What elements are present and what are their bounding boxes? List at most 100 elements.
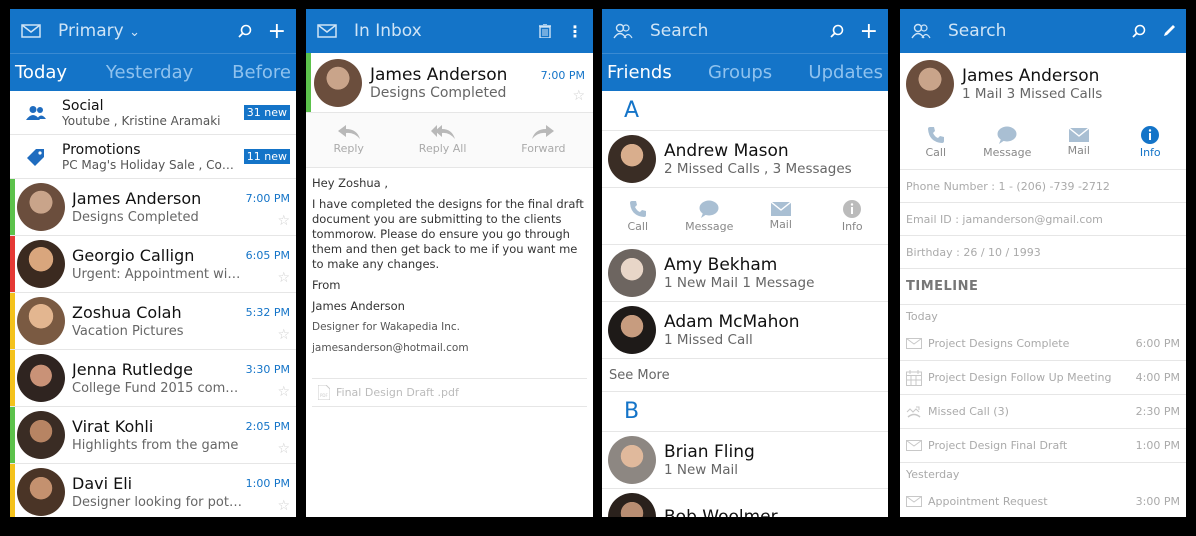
search-title[interactable]: Search: [948, 21, 1132, 41]
pdf-file-icon: PDF: [318, 385, 330, 400]
star-icon[interactable]: ☆: [244, 441, 290, 457]
info-label: Info: [841, 219, 863, 233]
mail-item[interactable]: Georgio Callign Urgent: Appointment with …: [10, 236, 296, 293]
folder-selector[interactable]: Primary ⌄: [58, 21, 238, 41]
priority-stripe: [10, 350, 15, 406]
category-preview: PC Mag's Holiday Sale , Cour...: [62, 157, 237, 172]
mail-item[interactable]: Jenna Rutledge College Fund 2015 complete…: [10, 350, 296, 407]
avatar: [17, 240, 65, 288]
message-button[interactable]: Message: [679, 200, 739, 233]
category-social[interactable]: Social Youtube , Kristine Aramaki 31 new: [10, 91, 296, 135]
reply-icon: [337, 125, 360, 139]
star-icon[interactable]: ☆: [244, 270, 290, 286]
mail-icon[interactable]: [316, 20, 338, 42]
attachment-name: Final Design Draft .pdf: [336, 386, 459, 399]
mail-item[interactable]: James Anderson Designs Completed 7:00 PM ☆: [10, 179, 296, 236]
mail-button[interactable]: Mail: [751, 201, 811, 231]
star-icon[interactable]: ☆: [244, 384, 290, 400]
new-count-badge: 31 new: [243, 105, 290, 120]
contact-item[interactable]: Brian Fling 1 New Mail: [602, 432, 888, 489]
avatar: [608, 249, 656, 297]
message-body: Hey Zoshua , I have completed the design…: [306, 168, 593, 370]
add-icon[interactable]: +: [860, 19, 878, 44]
info-button[interactable]: Info: [822, 199, 882, 233]
top-bar: In Inbox ⋮: [306, 9, 593, 53]
phone-icon: [927, 126, 944, 143]
timeline-text: Appointment Request: [928, 495, 1048, 508]
sender-name: Jenna Rutledge: [72, 360, 193, 379]
info-label: Info: [1139, 145, 1161, 159]
avatar: [17, 411, 65, 459]
avatar: [906, 60, 954, 108]
reply-button[interactable]: Reply: [333, 125, 364, 155]
message-actions: Reply Reply All Forward: [306, 113, 593, 168]
signature-title: Designer for Wakapedia Inc.: [312, 321, 460, 333]
tab-groups[interactable]: Groups: [708, 62, 772, 83]
see-more-link[interactable]: See More: [602, 359, 888, 392]
phone-number[interactable]: Phone Number : 1 - (206) -739 -2712: [900, 170, 1186, 203]
calendar-icon: [906, 369, 928, 386]
tab-friends[interactable]: Friends: [607, 62, 672, 83]
mail-item[interactable]: Zoshua Colah Vacation Pictures 5:32 PM ☆: [10, 293, 296, 350]
contact-item[interactable]: Andrew Mason 2 Missed Calls , 3 Messages: [602, 131, 888, 188]
contact-quick-actions: Call Message Mail Info: [900, 115, 1186, 170]
call-button[interactable]: Call: [906, 126, 966, 159]
contact-name: Bob Woolmer: [664, 507, 778, 517]
message-button[interactable]: Message: [977, 126, 1037, 159]
forward-button[interactable]: Forward: [521, 125, 566, 155]
contact-item[interactable]: Amy Bekham 1 New Mail 1 Message: [602, 245, 888, 302]
contact-quick-actions: Call Message Mail Info: [602, 188, 888, 245]
avatar: [608, 493, 656, 517]
star-icon[interactable]: ☆: [244, 327, 290, 343]
tab-before[interactable]: Before: [232, 62, 291, 83]
email-id[interactable]: Email ID : jamanderson@gmail.com: [900, 203, 1186, 236]
contact-item[interactable]: Adam McMahon 1 Missed Call: [602, 302, 888, 359]
contact-summary: 1 New Mail 1 Message: [664, 275, 815, 291]
chat-bubble-icon: [699, 200, 719, 218]
mail-item[interactable]: Virat Kohli Highlights from the game 2:05…: [10, 407, 296, 464]
contact-item[interactable]: Bob Woolmer: [602, 489, 888, 517]
tab-today[interactable]: Today: [15, 62, 67, 83]
search-icon[interactable]: [1132, 24, 1146, 38]
top-bar: Primary ⌄ +: [10, 9, 296, 53]
timeline-item[interactable]: Appointment Request 3:00 PM: [900, 485, 1186, 517]
mail-item[interactable]: Davi Eli Designer looking for poten... 1:…: [10, 464, 296, 517]
sender-name: Virat Kohli: [72, 417, 154, 436]
info-button[interactable]: Info: [1120, 125, 1180, 159]
contacts-icon[interactable]: [612, 20, 634, 42]
timeline-item[interactable]: Project Design Final Draft 1:00 PM: [900, 429, 1186, 463]
from-label: From: [312, 278, 341, 292]
greeting: Hey Zoshua ,: [312, 176, 389, 190]
contact-name: Amy Bekham: [664, 255, 778, 275]
edit-pencil-icon[interactable]: [1162, 24, 1176, 38]
contact-detail-screen: Search James Anderson 1 Mail 3 Missed Ca…: [900, 9, 1186, 517]
timeline-text: Missed Call (3): [928, 405, 1009, 418]
tab-updates[interactable]: Updates: [808, 62, 883, 83]
section-letter: B: [602, 392, 888, 432]
contacts-icon[interactable]: [910, 20, 932, 42]
star-icon[interactable]: ☆: [539, 88, 585, 104]
message-label: Message: [983, 145, 1032, 159]
mail-icon[interactable]: [20, 20, 42, 42]
more-icon[interactable]: ⋮: [567, 22, 583, 41]
tab-yesterday[interactable]: Yesterday: [106, 62, 193, 83]
timeline-item[interactable]: Project Designs Complete 6:00 PM: [900, 327, 1186, 361]
contact-name: Adam McMahon: [664, 312, 800, 332]
star-icon[interactable]: ☆: [244, 213, 290, 229]
reply-all-button[interactable]: Reply All: [419, 125, 466, 155]
message-header: James Anderson Designs Completed 7:00 PM…: [306, 53, 593, 113]
search-icon[interactable]: [829, 24, 844, 38]
mail-button[interactable]: Mail: [1049, 127, 1109, 157]
search-title[interactable]: Search: [650, 21, 830, 41]
attachment[interactable]: PDF Final Design Draft .pdf: [312, 378, 587, 407]
category-promotions[interactable]: Promotions PC Mag's Holiday Sale , Cour.…: [10, 135, 296, 179]
call-button[interactable]: Call: [608, 200, 668, 233]
trash-icon[interactable]: [539, 24, 551, 38]
timeline-item[interactable]: Project Design Follow Up Meeting 4:00 PM: [900, 361, 1186, 395]
search-icon[interactable]: [237, 24, 252, 38]
priority-stripe: [306, 53, 311, 112]
timeline-time: 6:00 PM: [1135, 337, 1180, 350]
add-icon[interactable]: +: [268, 19, 286, 44]
timeline-item[interactable]: Missed Call (3) 2:30 PM: [900, 395, 1186, 429]
star-icon[interactable]: ☆: [244, 498, 290, 514]
